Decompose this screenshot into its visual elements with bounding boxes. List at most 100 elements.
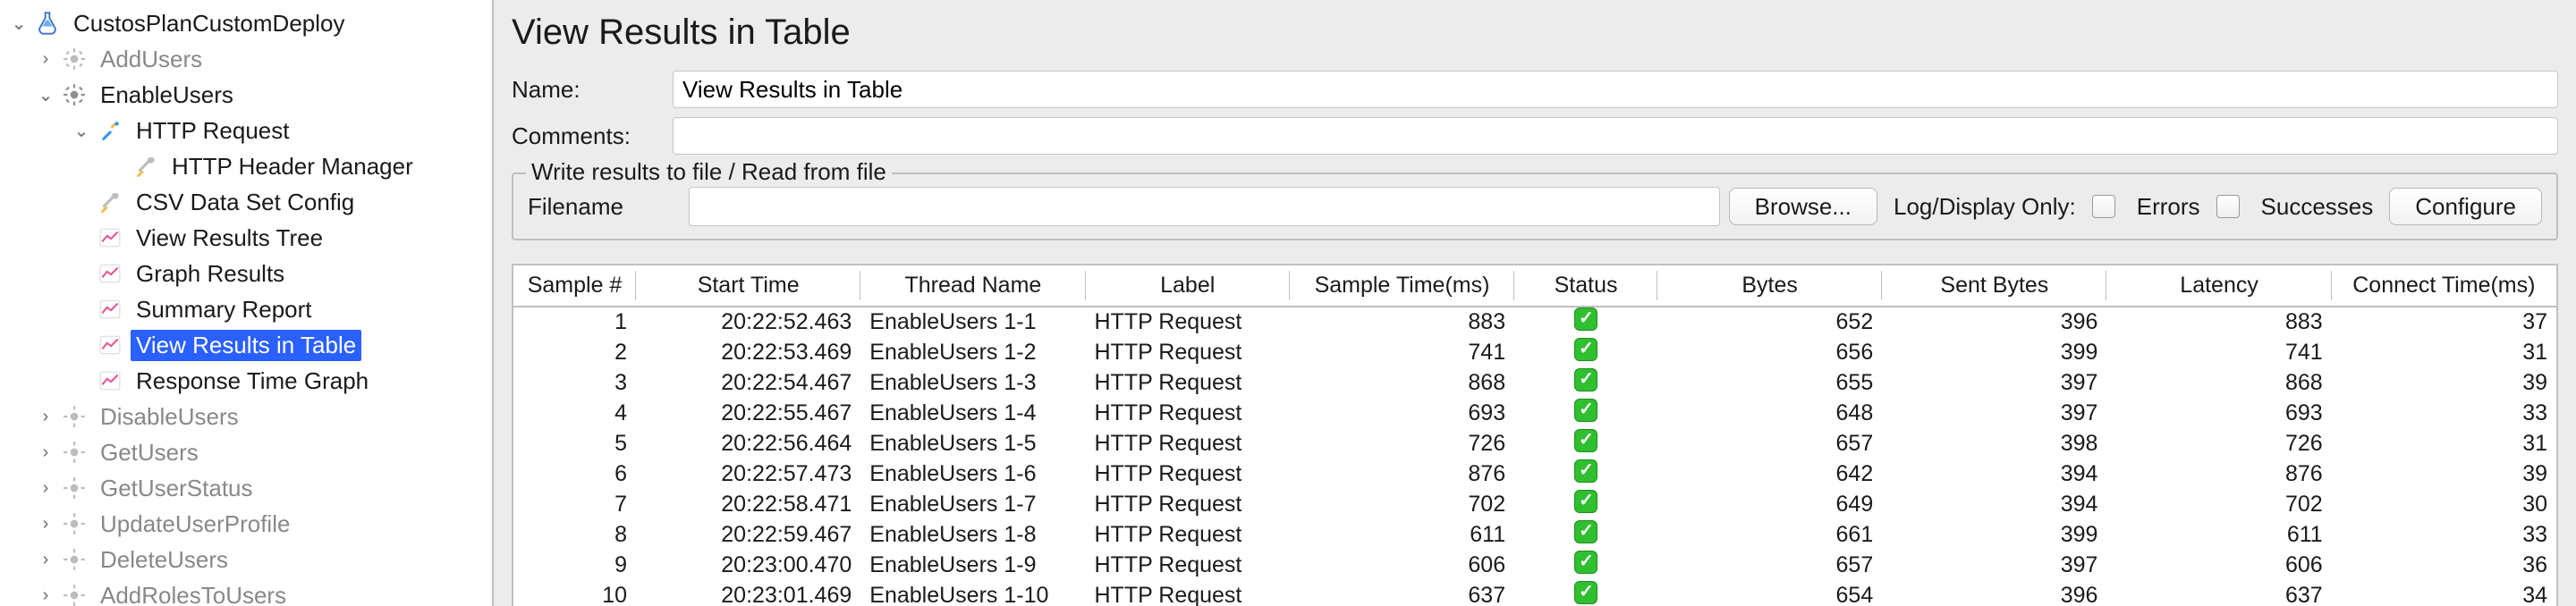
gear-icon	[59, 401, 89, 432]
cell-thread: EnableUsers 1-4	[860, 398, 1085, 428]
table-row[interactable]: 720:22:58.471EnableUsers 1-7HTTP Request…	[513, 489, 2556, 519]
cell-thread: EnableUsers 1-9	[860, 550, 1085, 580]
tree-label[interactable]: HTTP Header Manager	[166, 151, 419, 182]
tree-label[interactable]: View Results Tree	[131, 223, 328, 254]
table-row[interactable]: 620:22:57.473EnableUsers 1-6HTTP Request…	[513, 459, 2556, 489]
tree-node-getuserstatus[interactable]: › GetUserStatus	[0, 470, 492, 506]
col-sample-time[interactable]: Sample Time(ms)	[1290, 265, 1514, 307]
page-title: View Results in Table	[512, 13, 2558, 53]
tree-label[interactable]: CSV Data Set Config	[131, 187, 360, 218]
log-display-label: Log/Display Only:	[1886, 193, 2083, 221]
cell-conn: 39	[2332, 459, 2556, 489]
col-connect-time[interactable]: Connect Time(ms)	[2332, 265, 2556, 307]
tree-panel[interactable]: ⌄ CustosPlanCustomDeploy › AddUsers ⌄ En…	[0, 0, 494, 606]
cell-start: 20:22:56.464	[636, 428, 860, 459]
results-table[interactable]: Sample # Start Time Thread Name Label Sa…	[513, 265, 2556, 606]
configure-button[interactable]: Configure	[2389, 188, 2542, 225]
tree-node-updateuser[interactable]: › UpdateUserProfile	[0, 506, 492, 542]
browse-button[interactable]: Browse...	[1729, 188, 1877, 225]
tree-node-csv[interactable]: CSV Data Set Config	[0, 184, 492, 220]
tree-node-summary[interactable]: Summary Report	[0, 291, 492, 327]
table-row[interactable]: 120:22:52.463EnableUsers 1-1HTTP Request…	[513, 307, 2556, 337]
tree-node-deleteusers[interactable]: › DeleteUsers	[0, 542, 492, 577]
cell-label: HTTP Request	[1086, 367, 1290, 398]
chevron-right-icon[interactable]: ›	[32, 478, 59, 499]
tree-node-disableusers[interactable]: › DisableUsers	[0, 399, 492, 434]
tree-node-addroles[interactable]: › AddRolesToUsers	[0, 577, 492, 606]
tree-label[interactable]: DeleteUsers	[95, 544, 233, 576]
tree-node-viewtable[interactable]: View Results in Table	[0, 327, 492, 363]
cell-sample: 9	[513, 550, 636, 580]
tree-node-graphresults[interactable]: Graph Results	[0, 256, 492, 291]
tree-node-responsegraph[interactable]: Response Time Graph	[0, 363, 492, 399]
tree-node-viewtree[interactable]: View Results Tree	[0, 220, 492, 256]
tree-label[interactable]: HTTP Request	[131, 115, 294, 147]
col-latency[interactable]: Latency	[2106, 265, 2331, 307]
tree-node-getusers[interactable]: › GetUsers	[0, 434, 492, 470]
cell-label: HTTP Request	[1086, 337, 1290, 367]
tree-label[interactable]: EnableUsers	[95, 80, 239, 111]
successes-label[interactable]: Successes	[2254, 193, 2381, 221]
cell-status	[1514, 398, 1657, 428]
chevron-right-icon[interactable]: ›	[32, 585, 59, 606]
table-row[interactable]: 420:22:55.467EnableUsers 1-4HTTP Request…	[513, 398, 2556, 428]
table-row[interactable]: 920:23:00.470EnableUsers 1-9HTTP Request…	[513, 550, 2556, 580]
tree-label[interactable]: AddUsers	[95, 44, 208, 75]
filename-input[interactable]	[689, 187, 1720, 226]
tree-label[interactable]: CustosPlanCustomDeploy	[68, 8, 350, 39]
col-start-time[interactable]: Start Time	[636, 265, 860, 307]
tree-node-root[interactable]: ⌄ CustosPlanCustomDeploy	[0, 5, 492, 41]
chevron-down-icon[interactable]: ⌄	[32, 84, 59, 106]
chevron-right-icon[interactable]: ›	[32, 49, 59, 70]
col-label[interactable]: Label	[1086, 265, 1290, 307]
col-status[interactable]: Status	[1514, 265, 1657, 307]
tree-label[interactable]: GetUserStatus	[95, 473, 258, 504]
cell-thread: EnableUsers 1-5	[860, 428, 1085, 459]
chevron-right-icon[interactable]: ›	[32, 514, 59, 534]
tree-label[interactable]: DisableUsers	[95, 401, 244, 433]
cell-stime: 611	[1290, 519, 1514, 550]
name-label: Name:	[512, 76, 673, 104]
cell-conn: 30	[2332, 489, 2556, 519]
table-row[interactable]: 520:22:56.464EnableUsers 1-5HTTP Request…	[513, 428, 2556, 459]
col-thread-name[interactable]: Thread Name	[860, 265, 1085, 307]
chart-icon	[95, 366, 125, 396]
tree-node-addusers[interactable]: › AddUsers	[0, 41, 492, 77]
tree-node-enableusers[interactable]: ⌄ EnableUsers	[0, 77, 492, 113]
table-row[interactable]: 220:22:53.469EnableUsers 1-2HTTP Request…	[513, 337, 2556, 367]
cell-sent: 396	[1882, 307, 2106, 337]
tree-label[interactable]: Graph Results	[131, 258, 290, 290]
tree-label[interactable]: Summary Report	[131, 294, 318, 325]
tree-label[interactable]: View Results in Table	[131, 330, 361, 361]
cell-label: HTTP Request	[1086, 580, 1290, 606]
chevron-right-icon[interactable]: ›	[32, 550, 59, 570]
tree-label[interactable]: Response Time Graph	[131, 366, 374, 397]
col-sent-bytes[interactable]: Sent Bytes	[1882, 265, 2106, 307]
cell-bytes: 656	[1657, 337, 1882, 367]
tree-label[interactable]: UpdateUserProfile	[95, 509, 295, 540]
cell-label: HTTP Request	[1086, 519, 1290, 550]
cell-status	[1514, 307, 1657, 337]
pipette-icon	[95, 115, 125, 146]
errors-label[interactable]: Errors	[2130, 193, 2207, 221]
tree-label[interactable]: AddRolesToUsers	[95, 580, 292, 606]
table-row[interactable]: 820:22:59.467EnableUsers 1-8HTTP Request…	[513, 519, 2556, 550]
errors-checkbox[interactable]	[2092, 195, 2115, 218]
table-row[interactable]: 1020:23:01.469EnableUsers 1-10HTTP Reque…	[513, 580, 2556, 606]
tree-node-http-header[interactable]: HTTP Header Manager	[0, 148, 492, 184]
col-sample[interactable]: Sample #	[513, 265, 636, 307]
chevron-down-icon[interactable]: ⌄	[68, 120, 95, 142]
tree-node-http-request[interactable]: ⌄ HTTP Request	[0, 113, 492, 148]
chevron-right-icon[interactable]: ›	[32, 407, 59, 427]
file-fieldset: Write results to file / Read from file F…	[512, 173, 2558, 240]
chevron-right-icon[interactable]: ›	[32, 442, 59, 463]
tree-label[interactable]: GetUsers	[95, 437, 204, 468]
cell-lat: 693	[2106, 398, 2331, 428]
table-row[interactable]: 320:22:54.467EnableUsers 1-3HTTP Request…	[513, 367, 2556, 398]
cell-lat: 883	[2106, 307, 2331, 337]
col-bytes[interactable]: Bytes	[1657, 265, 1882, 307]
name-input[interactable]	[673, 71, 2558, 108]
successes-checkbox[interactable]	[2216, 195, 2240, 218]
comments-input[interactable]	[673, 117, 2558, 155]
chevron-down-icon[interactable]: ⌄	[5, 13, 32, 35]
